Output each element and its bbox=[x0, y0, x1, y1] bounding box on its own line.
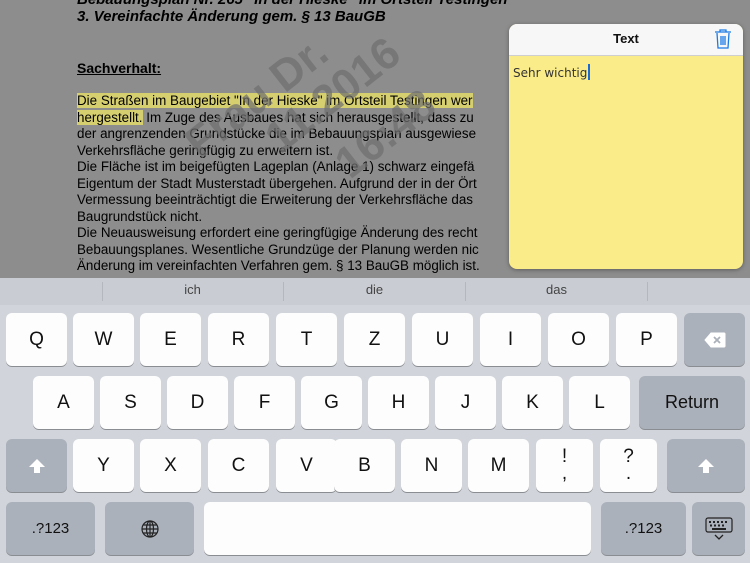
body-text: Baugrundstück nicht. bbox=[77, 208, 203, 224]
body-text: Vermessung beeinträchtigt die Erweiterun… bbox=[77, 192, 473, 207]
return-key[interactable]: Return bbox=[639, 376, 745, 429]
shift-key-left[interactable] bbox=[6, 439, 67, 492]
text-caret bbox=[588, 64, 591, 80]
divider bbox=[102, 282, 103, 301]
key-k[interactable]: K bbox=[502, 376, 563, 429]
key-m[interactable]: M bbox=[468, 439, 529, 492]
key-w[interactable]: W bbox=[73, 313, 134, 366]
key-t[interactable]: T bbox=[276, 313, 337, 366]
prediction-bar: ich die das bbox=[0, 278, 750, 305]
key-q[interactable]: Q bbox=[6, 313, 67, 366]
prediction-suggestion[interactable]: die bbox=[284, 278, 465, 305]
key-j[interactable]: J bbox=[435, 376, 496, 429]
key-r[interactable]: R bbox=[208, 313, 269, 366]
highlighted-text[interactable]: Die Straßen im Baugebiet "In der Hieske"… bbox=[77, 93, 473, 108]
backspace-key[interactable] bbox=[684, 313, 745, 366]
trash-icon[interactable] bbox=[713, 28, 733, 50]
note-header: Text bbox=[509, 24, 743, 56]
key-o[interactable]: O bbox=[548, 313, 609, 366]
note-text-area[interactable]: Sehr wichtig bbox=[513, 64, 591, 80]
key-exclamation-comma[interactable]: ! , bbox=[536, 439, 593, 492]
key-c[interactable]: C bbox=[208, 439, 269, 492]
key-z[interactable]: Z bbox=[344, 313, 405, 366]
note-content: Sehr wichtig bbox=[513, 66, 588, 80]
body-text: der angrenzenden Grundstücke die im Beba… bbox=[77, 126, 477, 141]
shift-icon bbox=[698, 458, 714, 473]
globe-key[interactable] bbox=[105, 502, 194, 555]
body-text: Die Neuausweisung erfordert eine geringf… bbox=[77, 225, 478, 240]
shift-key-right[interactable] bbox=[667, 439, 745, 492]
key-n[interactable]: N bbox=[401, 439, 462, 492]
key-s[interactable]: S bbox=[100, 376, 161, 429]
key-x[interactable]: X bbox=[140, 439, 201, 492]
key-v[interactable]: V bbox=[276, 439, 337, 492]
divider bbox=[647, 282, 648, 301]
key-l[interactable]: L bbox=[569, 376, 630, 429]
key-b[interactable]: B bbox=[334, 439, 395, 492]
shift-icon bbox=[28, 458, 45, 473]
body-text: Eigentum der Stadt Musterstadt übergehen… bbox=[77, 175, 477, 191]
key-e[interactable]: E bbox=[140, 313, 201, 366]
key-main-char: , bbox=[561, 463, 568, 484]
prediction-suggestion[interactable]: ich bbox=[102, 278, 283, 305]
key-d[interactable]: D bbox=[167, 376, 228, 429]
keyboard-dismiss-icon bbox=[704, 517, 733, 540]
key-question-period[interactable]: ? . bbox=[600, 439, 657, 492]
key-y[interactable]: Y bbox=[73, 439, 134, 492]
note-title: Text bbox=[613, 31, 639, 46]
key-f[interactable]: F bbox=[234, 376, 295, 429]
key-u[interactable]: U bbox=[412, 313, 473, 366]
document-title-line-2: 3. Vereinfachte Änderung gem. § 13 BauGB bbox=[77, 8, 386, 25]
prediction-suggestion[interactable]: das bbox=[466, 278, 647, 305]
key-p[interactable]: P bbox=[616, 313, 677, 366]
body-text: Verkehrsfläche geringfügig zu erweitern … bbox=[77, 142, 334, 158]
key-h[interactable]: H bbox=[368, 376, 429, 429]
body-text: Im Zuge des Ausbaues hat sich herausgest… bbox=[142, 109, 474, 125]
numbers-key-right[interactable]: .?123 bbox=[601, 502, 686, 555]
highlighted-text-end[interactable]: hergestellt. bbox=[77, 109, 143, 125]
note-popup[interactable]: Text Sehr wichtig bbox=[509, 24, 743, 269]
on-screen-keyboard: ich die das Q W E R T Z U I O P A S D F … bbox=[0, 278, 750, 563]
numbers-key-left[interactable]: .?123 bbox=[6, 502, 95, 555]
space-bar[interactable] bbox=[204, 502, 591, 555]
section-heading: Sachverhalt: bbox=[77, 60, 162, 76]
keyboard-dismiss-key[interactable] bbox=[692, 502, 745, 555]
body-text: Änderung im vereinfachten Verfahren gem.… bbox=[77, 258, 480, 273]
body-text: Bebauungsplanes. Wesentliche Grundzüge d… bbox=[77, 241, 479, 257]
key-g[interactable]: G bbox=[301, 376, 362, 429]
key-a[interactable]: A bbox=[33, 376, 94, 429]
body-text: Die Fläche ist im beigefügten Lageplan (… bbox=[77, 159, 475, 174]
key-i[interactable]: I bbox=[480, 313, 541, 366]
backspace-icon bbox=[703, 332, 725, 348]
key-main-char: . bbox=[625, 463, 632, 484]
globe-icon bbox=[140, 520, 159, 538]
